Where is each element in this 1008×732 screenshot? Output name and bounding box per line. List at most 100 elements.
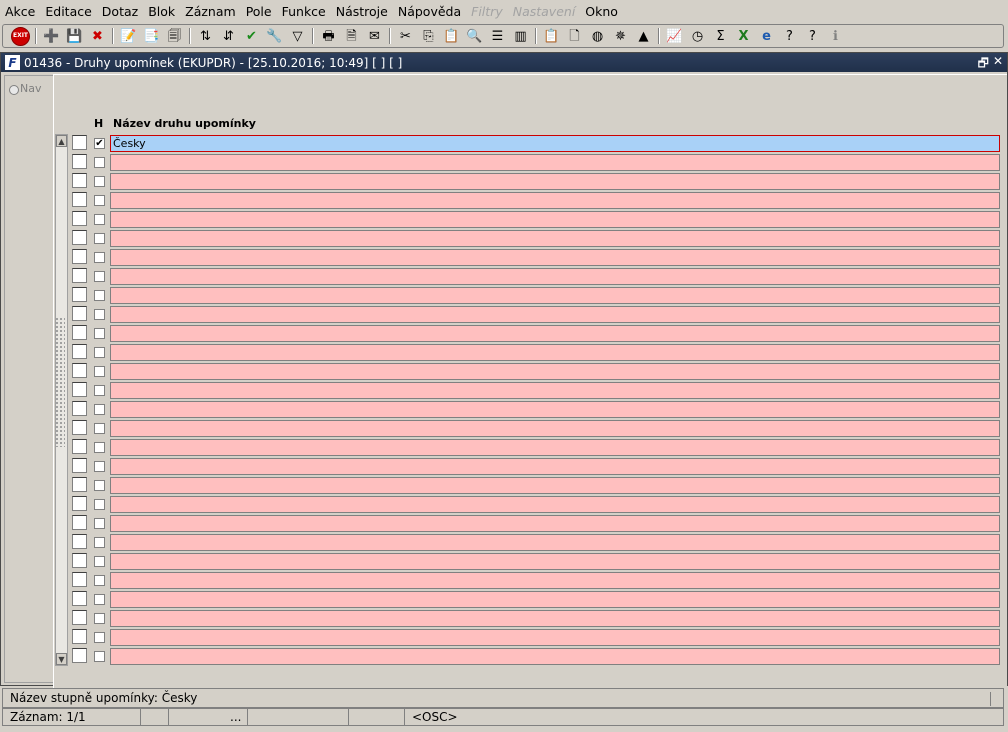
name-field[interactable] xyxy=(110,610,1000,627)
name-field[interactable] xyxy=(110,230,1000,247)
h-checkbox[interactable] xyxy=(94,480,105,491)
name-field[interactable] xyxy=(110,363,1000,380)
record-selector[interactable] xyxy=(72,610,87,625)
name-field[interactable] xyxy=(110,439,1000,456)
name-field[interactable] xyxy=(110,515,1000,532)
name-field[interactable] xyxy=(110,306,1000,323)
menu-pole[interactable]: Pole xyxy=(241,0,277,24)
h-checkbox[interactable] xyxy=(94,195,105,206)
record-selector[interactable] xyxy=(72,420,87,435)
name-field[interactable] xyxy=(110,648,1000,665)
record-selector[interactable] xyxy=(72,249,87,264)
record-selector[interactable] xyxy=(72,477,87,492)
name-field[interactable] xyxy=(110,477,1000,494)
h-checkbox[interactable] xyxy=(94,176,105,187)
record-selector[interactable] xyxy=(72,496,87,511)
menu-editace[interactable]: Editace xyxy=(40,0,96,24)
name-field[interactable] xyxy=(110,325,1000,342)
record-selector[interactable] xyxy=(72,268,87,283)
restore-window-button[interactable]: 🗗 xyxy=(978,54,989,75)
h-checkbox[interactable] xyxy=(94,347,105,358)
name-field[interactable] xyxy=(110,553,1000,570)
chart-icon[interactable]: 📈 xyxy=(663,25,686,47)
menu-blok[interactable]: Blok xyxy=(143,0,180,24)
save-record-icon[interactable]: 💾 xyxy=(63,25,86,47)
excel-icon[interactable]: X xyxy=(732,25,755,47)
h-checkbox[interactable] xyxy=(94,271,105,282)
name-field[interactable] xyxy=(110,629,1000,646)
record-selector[interactable] xyxy=(72,534,87,549)
record-selector[interactable] xyxy=(72,572,87,587)
record-selector[interactable] xyxy=(72,211,87,226)
find-icon[interactable]: 🔍 xyxy=(463,25,486,47)
enter-query-icon[interactable]: 📝 xyxy=(117,25,140,47)
h-checkbox[interactable] xyxy=(94,518,105,529)
name-field[interactable] xyxy=(110,534,1000,551)
scroll-up-icon[interactable]: ▲ xyxy=(56,135,67,147)
info-icon[interactable]: ℹ xyxy=(824,25,847,47)
print-icon[interactable]: 🖶 xyxy=(317,25,340,47)
h-checkbox[interactable] xyxy=(94,290,105,301)
name-field[interactable] xyxy=(110,382,1000,399)
help-icon[interactable]: ? xyxy=(801,25,824,47)
menu-akce[interactable]: Akce xyxy=(0,0,40,24)
record-selector[interactable] xyxy=(72,192,87,207)
name-field[interactable] xyxy=(110,287,1000,304)
h-checkbox[interactable] xyxy=(94,461,105,472)
globe-icon[interactable]: ◍ xyxy=(586,25,609,47)
h-checkbox[interactable] xyxy=(94,309,105,320)
h-checkbox[interactable] xyxy=(94,366,105,377)
name-field[interactable] xyxy=(110,401,1000,418)
h-checkbox[interactable] xyxy=(94,556,105,567)
delete-record-icon[interactable]: ✖ xyxy=(86,25,109,47)
menu-funkce[interactable]: Funkce xyxy=(277,0,331,24)
h-checkbox[interactable] xyxy=(94,499,105,510)
record-selector[interactable] xyxy=(72,135,87,150)
print-preview-icon[interactable]: 🗎 xyxy=(340,25,363,47)
sort-asc-icon[interactable]: ⇅ xyxy=(194,25,217,47)
menu-napoveda[interactable]: Nápověda xyxy=(393,0,466,24)
menu-nastroje[interactable]: Nástroje xyxy=(331,0,393,24)
record-selector[interactable] xyxy=(72,344,87,359)
h-checkbox[interactable] xyxy=(94,651,105,662)
record-selector[interactable] xyxy=(72,401,87,416)
email-icon[interactable]: ✉ xyxy=(363,25,386,47)
filter-icon[interactable]: ▽ xyxy=(286,25,309,47)
h-checkbox[interactable] xyxy=(94,404,105,415)
close-window-button[interactable]: ✕ xyxy=(993,54,1003,75)
triangle-icon[interactable]: ▲ xyxy=(632,25,655,47)
h-checkbox[interactable] xyxy=(94,423,105,434)
columns-icon[interactable]: ▥ xyxy=(509,25,532,47)
cancel-query-icon[interactable]: 🗐 xyxy=(163,25,186,47)
name-field[interactable]: Česky xyxy=(110,135,1000,152)
h-checkbox[interactable] xyxy=(94,632,105,643)
record-selector[interactable] xyxy=(72,306,87,321)
record-selector[interactable] xyxy=(72,458,87,473)
clipboard-icon[interactable]: 📋 xyxy=(540,25,563,47)
drag-grip[interactable] xyxy=(55,317,65,447)
h-checkbox[interactable] xyxy=(94,575,105,586)
name-field[interactable] xyxy=(110,420,1000,437)
help-folder-icon[interactable]: ? xyxy=(778,25,801,47)
list-icon[interactable]: ☰ xyxy=(486,25,509,47)
record-selector[interactable] xyxy=(72,591,87,606)
name-field[interactable] xyxy=(110,572,1000,589)
h-checkbox[interactable] xyxy=(94,157,105,168)
name-field[interactable] xyxy=(110,268,1000,285)
h-checkbox[interactable] xyxy=(94,328,105,339)
menu-okno[interactable]: Okno xyxy=(580,0,623,24)
h-checkbox[interactable] xyxy=(94,214,105,225)
name-field[interactable] xyxy=(110,211,1000,228)
execute-query-icon[interactable]: 📑 xyxy=(140,25,163,47)
name-field[interactable] xyxy=(110,496,1000,513)
record-selector[interactable] xyxy=(72,553,87,568)
scroll-down-icon[interactable]: ▼ xyxy=(56,653,67,665)
clock-icon[interactable]: ◷ xyxy=(686,25,709,47)
menu-dotaz[interactable]: Dotaz xyxy=(97,0,143,24)
h-checkbox[interactable] xyxy=(94,442,105,453)
h-checkbox[interactable]: ✔ xyxy=(94,138,105,149)
sort-desc-icon[interactable]: ⇵ xyxy=(217,25,240,47)
record-selector[interactable] xyxy=(72,382,87,397)
name-field[interactable] xyxy=(110,173,1000,190)
h-checkbox[interactable] xyxy=(94,594,105,605)
